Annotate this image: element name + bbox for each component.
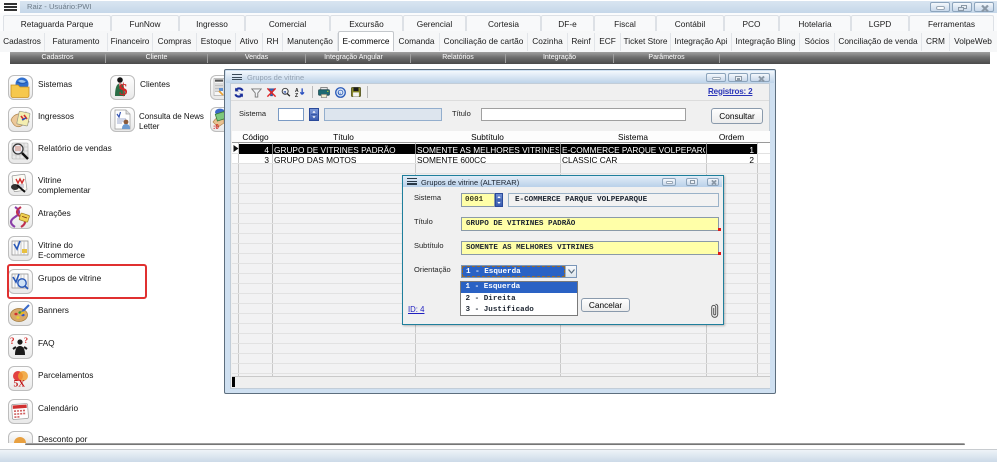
svg-text:5X: 5X xyxy=(14,380,26,390)
svg-text:n: n xyxy=(284,89,287,94)
svg-text:Z: Z xyxy=(295,93,298,98)
svg-text:?: ? xyxy=(24,336,28,345)
svg-text::0: :0 xyxy=(213,123,219,131)
svg-text:$: $ xyxy=(119,80,128,99)
svg-text:?: ? xyxy=(10,336,15,346)
